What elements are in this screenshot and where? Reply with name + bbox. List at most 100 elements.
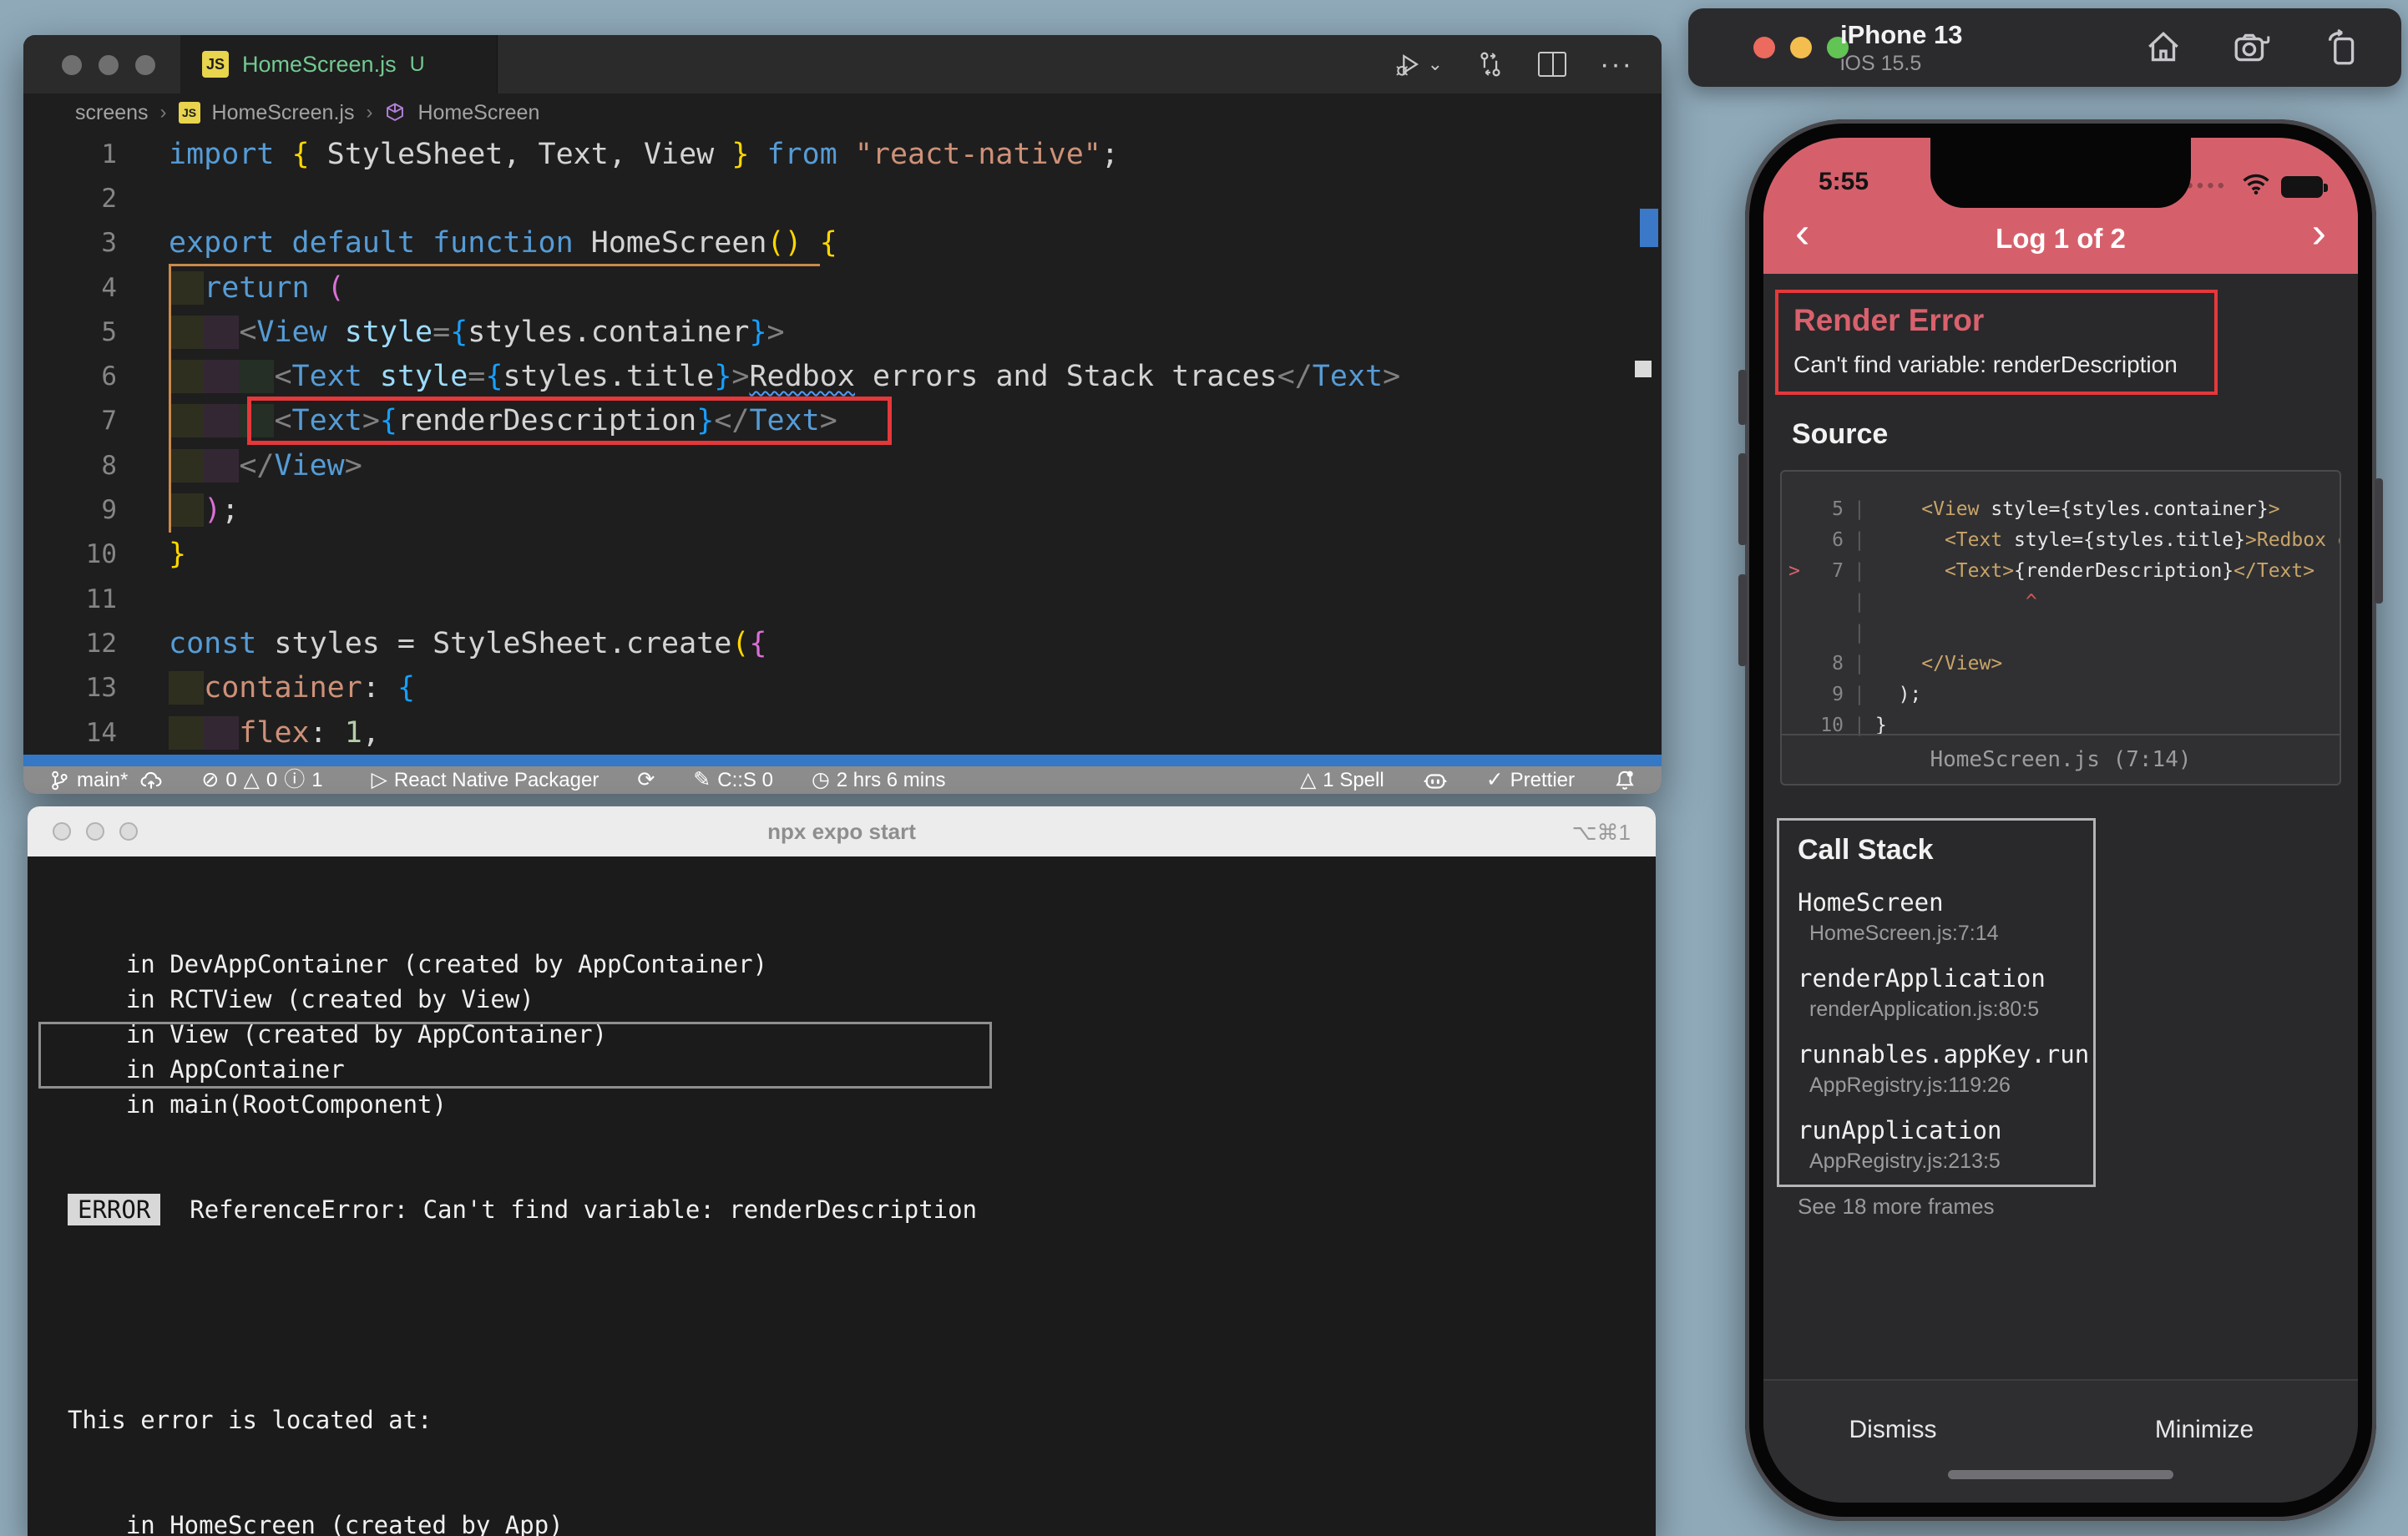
overview-ruler-marker-blue: [1640, 209, 1658, 247]
line-number: 12: [85, 628, 117, 659]
code-line-2[interactable]: 2: [23, 176, 1662, 220]
open-changes-button[interactable]: [1476, 50, 1505, 78]
status-task-react-native-packager[interactable]: ▷ React Native Packager: [372, 769, 599, 792]
code-line-8[interactable]: 8 </View>: [23, 443, 1662, 488]
simulator-os-version: iOS 15.5: [1840, 52, 1922, 75]
line-content: container: {: [117, 671, 415, 705]
home-indicator[interactable]: [1948, 1470, 2173, 1479]
home-icon[interactable]: [2142, 27, 2184, 68]
dismiss-button[interactable]: Dismiss: [1849, 1416, 1937, 1444]
code-editor[interactable]: 1 import { StyleSheet, Text, View } from …: [23, 132, 1662, 755]
zoom-window-button[interactable]: [119, 822, 138, 841]
code-line-5[interactable]: 5 <View style={styles.container}>: [23, 310, 1662, 354]
minimize-window-button[interactable]: [99, 55, 119, 75]
zoom-window-button[interactable]: [135, 55, 155, 75]
status-spell-checker[interactable]: △ 1 Spell: [1300, 769, 1384, 792]
code-line-6[interactable]: 6 <Text style={styles.title}>Redbox erro…: [23, 354, 1662, 398]
code-line-9[interactable]: 9 );: [23, 488, 1662, 532]
status-notifications[interactable]: [1613, 769, 1637, 792]
terminal-window-controls[interactable]: [53, 822, 138, 841]
source-code-box: 5 | <View style={styles.container}> 6 | <Te…: [1780, 470, 2341, 786]
status-problems[interactable]: ⊘ 0 △ 0 ⓘ 1: [201, 769, 322, 792]
code-line-10[interactable]: 10}: [23, 533, 1662, 577]
breadcrumb[interactable]: screens › JS HomeScreen.js › HomeScreen: [23, 93, 1662, 132]
more-actions-icon[interactable]: ···: [1600, 48, 1633, 81]
terminal-line: in HomeScreen (created by App): [68, 1511, 564, 1536]
source-line-content: <View style={styles.container}>: [1921, 498, 2280, 520]
line-number: 11: [85, 584, 117, 614]
status-cs-counter[interactable]: ✎ C::S 0: [693, 769, 773, 792]
git-untracked-badge: U: [409, 52, 425, 76]
status-sync-icon-item[interactable]: ⟳: [637, 770, 655, 791]
breadcrumb-separator: ›: [366, 101, 373, 124]
symbol-cube-icon: [387, 103, 404, 122]
code-line-1[interactable]: 1 import { StyleSheet, Text, View } from …: [23, 132, 1662, 176]
rotate-device-icon[interactable]: [2319, 27, 2361, 68]
line-content: import { StyleSheet, Text, View } from "…: [169, 137, 1119, 171]
breadcrumb-symbol[interactable]: HomeScreen: [417, 101, 539, 125]
call-stack-frame[interactable]: runnables.appKey.run AppRegistry.js:119:2…: [1798, 1040, 2089, 1098]
gutter-separator: |: [1854, 590, 1865, 613]
code-line-12[interactable]: 12 const styles = StyleSheet.create({: [23, 621, 1662, 665]
call-stack-frame[interactable]: HomeScreen HomeScreen.js:7:14: [1798, 888, 2075, 946]
line-number: 9: [101, 495, 117, 526]
status-copilot[interactable]: [1423, 768, 1448, 793]
tab-homescreen-js[interactable]: JS HomeScreen.js U: [180, 35, 498, 93]
cloud-upload-icon: [140, 771, 162, 789]
code-line-3[interactable]: 3 export default function HomeScreen() {: [23, 221, 1662, 265]
gutter-separator: |: [1854, 498, 1865, 520]
source-line-content: <Text style={styles.title}>Redbox er: [1944, 528, 2340, 551]
code-line-13[interactable]: 13 container: {: [23, 666, 1662, 710]
breadcrumb-file[interactable]: HomeScreen.js: [212, 101, 355, 125]
call-stack-more-frames[interactable]: See 18 more frames: [1798, 1194, 2075, 1220]
frame-function: runApplication: [1798, 1116, 2002, 1144]
source-file-reference[interactable]: HomeScreen.js (7:14): [1782, 734, 2340, 784]
close-window-button[interactable]: [53, 822, 71, 841]
call-stack-frame[interactable]: runApplication AppRegistry.js:213:5: [1798, 1116, 2075, 1174]
line-number: 7: [101, 406, 117, 437]
line-content: const styles = StyleSheet.create({: [169, 626, 767, 660]
code-line-11[interactable]: 11: [23, 577, 1662, 621]
line-content: <Text style={styles.title}>Redbox errors…: [117, 360, 1400, 394]
code-line-14[interactable]: 14 flex: 1,: [23, 710, 1662, 755]
frame-function: HomeScreen: [1798, 888, 1944, 917]
frame-location: renderApplication.js:80:5: [1809, 998, 2040, 1021]
chevron-down-icon: ⌄: [1427, 53, 1444, 74]
run-debug-button[interactable]: ⌄: [1394, 50, 1443, 78]
log-next-button[interactable]: ›: [2312, 211, 2326, 255]
line-content: }: [169, 538, 187, 572]
line-number: 6: [101, 361, 117, 392]
window-controls[interactable]: [62, 55, 155, 75]
status-sync-publish[interactable]: [139, 769, 163, 792]
source-line-content: </View>: [1921, 652, 2003, 675]
close-window-button[interactable]: [1753, 37, 1775, 58]
frame-location: HomeScreen.js:7:14: [1809, 922, 1999, 945]
bracket-scope-guide: [169, 264, 171, 533]
tab-filename: HomeScreen.js: [242, 51, 397, 77]
status-branch[interactable]: main*: [48, 769, 128, 792]
simulator-window-controls[interactable]: [1753, 37, 1849, 58]
minimize-window-button[interactable]: [86, 822, 104, 841]
call-stack-frame[interactable]: renderApplication renderApplication.js:80…: [1798, 964, 2075, 1022]
simulator-toolbar: iPhone 13 iOS 15.5: [1688, 8, 2401, 87]
status-formatter-prettier[interactable]: ✓ Prettier: [1486, 769, 1575, 792]
line-content: export default function HomeScreen() {: [169, 226, 837, 260]
close-window-button[interactable]: [62, 55, 82, 75]
minimize-window-button[interactable]: [1790, 37, 1812, 58]
call-stack-heading: Call Stack: [1798, 834, 1934, 866]
check-icon: ✓: [1485, 768, 1504, 791]
volume-down-button: [1738, 574, 1747, 666]
screenshot-camera-icon[interactable]: [2231, 27, 2273, 68]
source-line-7: >7 | <Text>{renderDescription}</Text>: [1782, 555, 2340, 586]
status-time-tracker[interactable]: ◷ 2 hrs 6 mins: [812, 769, 946, 792]
error-chip: ERROR: [68, 1194, 161, 1225]
line-number: 1: [101, 139, 117, 169]
logbox-footer: Dismiss Minimize: [1763, 1379, 2358, 1503]
line-number: 3: [101, 228, 117, 259]
minimize-button[interactable]: Minimize: [2155, 1416, 2254, 1444]
breadcrumb-folder[interactable]: screens: [75, 101, 149, 125]
code-line-4[interactable]: 4 return (: [23, 265, 1662, 310]
split-editor-icon[interactable]: [1538, 52, 1567, 77]
terminal-output[interactable]: in DevAppContainer (created by AppContai…: [28, 856, 1656, 1536]
terminal-window: npx expo start ⌥⌘1 in DevAppContainer (c…: [28, 806, 1656, 1536]
